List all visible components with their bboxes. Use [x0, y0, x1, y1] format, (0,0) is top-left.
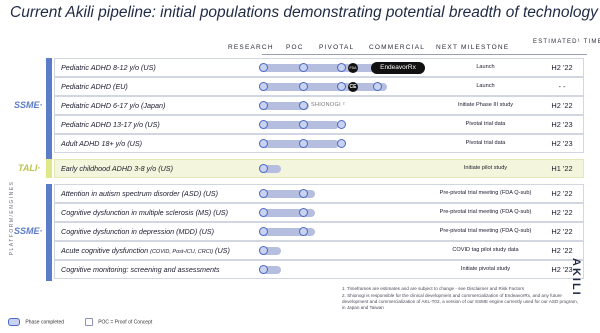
pipeline-row: Pediatric ADHD (EU) CE Launch - -	[54, 77, 584, 96]
phase-completed-dot	[259, 227, 268, 236]
col-next-milestone: NEXT MILESTONE	[436, 44, 510, 51]
phase-completed-dot	[337, 82, 346, 91]
next-milestone: Launch	[476, 64, 495, 70]
row-label: Pediatric ADHD 8-12 y/o (US)	[61, 63, 156, 72]
side-label: PLATFORM/ENGINES	[9, 180, 15, 256]
estimated-timeframe: - -	[558, 82, 566, 91]
phase-completed-dot	[259, 164, 268, 173]
next-milestone: Pivotal trial data	[465, 121, 506, 127]
phase-completed-dot	[259, 139, 268, 148]
row-label: Pediatric ADHD 13-17 y/o (US)	[61, 120, 160, 129]
ssme-group-tag-2: SSME·	[14, 226, 43, 236]
fda-badge: FDA	[348, 63, 358, 73]
footnotes: 1. Timeframes are estimates and are subj…	[342, 286, 578, 312]
pipeline-row: Cognitive dysfunction in multiple sclero…	[54, 203, 584, 222]
endeavorrx-badge: EndeavorRx	[371, 62, 425, 74]
row-label: Cognitive monitoring: screening and asse…	[61, 265, 220, 274]
row-label: Pediatric ADHD (EU)	[61, 82, 128, 91]
estimated-timeframe: H2 '23	[551, 120, 573, 129]
estimated-timeframe: H2 '22	[551, 227, 573, 236]
col-research: RESEARCH	[228, 44, 274, 51]
phase-completed-dot	[259, 265, 268, 274]
phase-completed-dot	[337, 63, 346, 72]
phase-completed-dot	[299, 139, 308, 148]
pipeline-row: Adult ADHD 18+ y/o (US) Pivotal trial dat…	[54, 134, 584, 153]
row-label: Attention in autism spectrum disorder (A…	[61, 189, 218, 198]
pipeline-row: Pediatric ADHD 6-17 y/o (Japan) SHIONOGI …	[54, 96, 584, 115]
pipeline-row: Cognitive dysfunction in depression (MDD…	[54, 222, 584, 241]
estimated-timeframe: H2 '22	[551, 101, 573, 110]
phase-completed-dot	[259, 82, 268, 91]
estimated-timeframe: H2 '22	[551, 208, 573, 217]
phase-completed-dot	[299, 208, 308, 217]
next-milestone: Initiate pilot study	[463, 165, 508, 171]
next-milestone: Pivotal trial data	[465, 140, 506, 146]
ce-mark-badge: CE	[348, 82, 358, 92]
phase-completed-dot	[299, 120, 308, 129]
phase-completed-dot	[337, 120, 346, 129]
pipeline-row: Early childhood ADHD 3-8 y/o (US) Initiat…	[54, 159, 584, 178]
col-commercial: COMMERCIAL	[369, 44, 426, 51]
next-milestone: Pre-pivotal trial meeting (FDA Q-sub)	[439, 190, 532, 196]
row-label: Cognitive dysfunction in multiple sclero…	[61, 208, 228, 217]
ssme-group-bar-2	[46, 184, 52, 281]
legend-poc-def: POC = Proof of Concept	[98, 319, 153, 326]
phase-completed-dot	[259, 246, 268, 255]
phase-completed-dot	[299, 189, 308, 198]
estimated-timeframe: H1 '22	[551, 164, 573, 173]
estimated-timeframe: H2 '22	[551, 63, 573, 72]
footnote-2: 2. Shionogi is responsible for the clini…	[342, 293, 578, 310]
page-title: Current Akili pipeline: initial populati…	[10, 4, 598, 21]
pipeline-row: Attention in autism spectrum disorder (A…	[54, 184, 584, 203]
phase-completed-dot	[299, 101, 308, 110]
legend: Phase completed POC = Proof of Concept	[8, 318, 152, 326]
shionogi-logo: SHIONOGI ²	[311, 102, 345, 108]
ssme-group-tag-1: SSME·	[14, 100, 43, 110]
next-milestone: Initiate Phase III study	[457, 102, 514, 108]
pipeline-row: Acute cognitive dysfunction (COVID, Post…	[54, 241, 584, 260]
next-milestone: Pre-pivotal trial meeting (FDA Q-sub)	[439, 209, 532, 215]
phase-completed-dot	[259, 120, 268, 129]
next-milestone: COVID tag pilot study data	[452, 247, 519, 253]
poc-def-swatch	[84, 318, 93, 326]
row-label: Acute cognitive dysfunction (COVID, Post…	[61, 246, 230, 255]
pipeline-row: Cognitive monitoring: screening and asse…	[54, 260, 584, 279]
estimated-timeframe: H2 '22	[551, 189, 573, 198]
estimated-timeframe: H2 '22	[551, 246, 573, 255]
phase-completed-dot	[373, 82, 382, 91]
phase-completed-dot	[299, 82, 308, 91]
col-timeframe: ESTIMATED¹ TIMEFRAME	[533, 39, 600, 45]
progress-bar	[259, 83, 387, 91]
pipeline-row: Pediatric ADHD 8-12 y/o (US) FDA EndeavorR…	[54, 58, 584, 77]
akili-logo: AKILI	[570, 258, 582, 297]
next-milestone: Initiate pivotal study	[460, 266, 511, 272]
phase-completed-dot	[259, 208, 268, 217]
phase-completed-dot	[259, 63, 268, 72]
tali-group-tag: TALI·	[18, 163, 41, 173]
phase-completed-dot	[259, 189, 268, 198]
row-label: Pediatric ADHD 6-17 y/o (Japan)	[61, 101, 166, 110]
header-divider	[262, 54, 587, 55]
row-label: Adult ADHD 18+ y/o (US)	[61, 139, 143, 148]
estimated-timeframe: H2 '23	[551, 139, 573, 148]
pipeline-row: Pediatric ADHD 13-17 y/o (US) Pivotal tri…	[54, 115, 584, 134]
col-poc: POC	[286, 44, 304, 51]
phase-completed-dot	[337, 139, 346, 148]
phase-completed-dot	[259, 101, 268, 110]
progress-bar	[259, 64, 387, 72]
next-milestone: Launch	[476, 83, 495, 89]
phase-completed-dot	[299, 227, 308, 236]
row-label: Cognitive dysfunction in depression (MDD…	[61, 227, 214, 236]
tali-group-bar	[46, 159, 52, 178]
footnote-1: 1. Timeframes are estimates and are subj…	[342, 286, 525, 291]
col-pivotal: PIVOTAL	[319, 44, 355, 51]
legend-phase-completed: Phase completed	[25, 319, 65, 326]
row-label: Early childhood ADHD 3-8 y/o (US)	[61, 164, 173, 173]
phase-completed-dot	[299, 63, 308, 72]
phase-completed-swatch	[8, 318, 20, 326]
next-milestone: Pre-pivotal trial meeting (FDA Q-sub)	[439, 228, 532, 234]
